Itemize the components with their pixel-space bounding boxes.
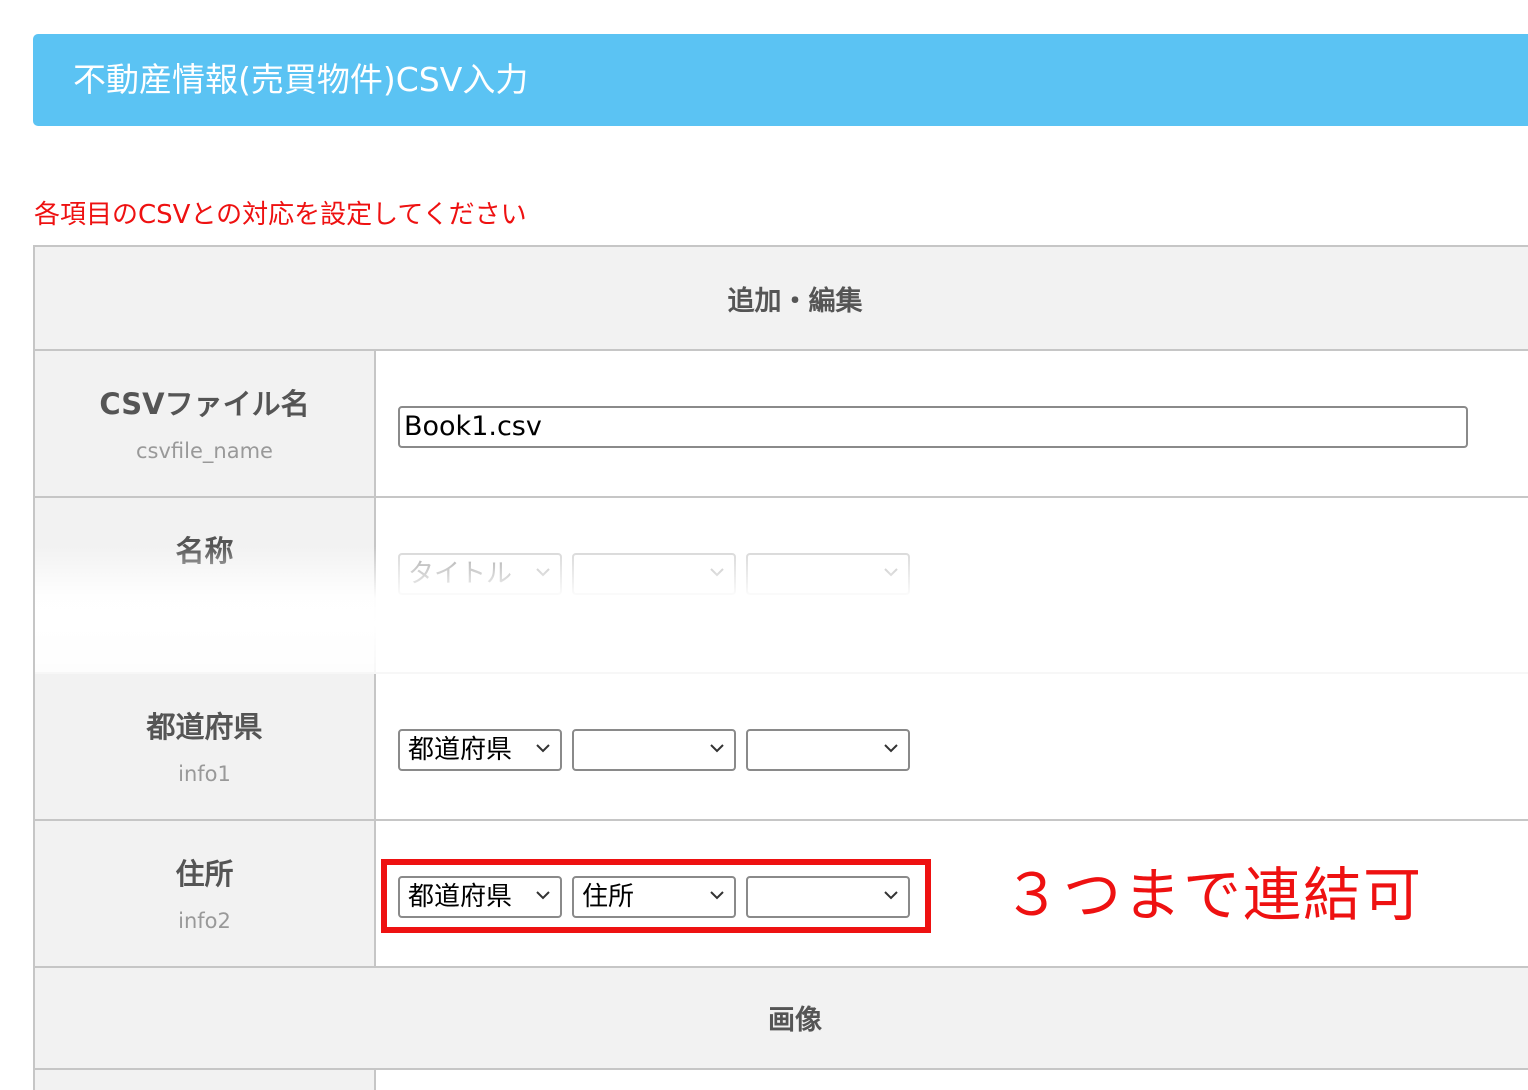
chevron-down-icon <box>710 744 724 753</box>
info1-select-2[interactable] <box>572 729 736 771</box>
instruction-text: 各項目のCSVとの対応を設定してください <box>34 200 527 230</box>
chevron-down-icon <box>536 744 550 753</box>
label-cell: 名称 <box>35 498 376 672</box>
name-select-3[interactable] <box>746 553 910 595</box>
chevron-down-icon <box>884 568 898 577</box>
name-select-1[interactable]: タイトル <box>398 553 562 595</box>
section-label-image: 画像 <box>768 1005 822 1036</box>
section-header-edit: 追加・編集 <box>35 247 1528 351</box>
page: 不動産情報(売買物件)CSV入力 各項目のCSVとの対応を設定してください 追加… <box>0 0 1528 1090</box>
field-key: info1 <box>178 762 231 786</box>
row-next <box>35 1070 1528 1090</box>
label-cell: 都道府県 info1 <box>35 674 376 819</box>
label-cell: 住所 info2 <box>35 821 376 966</box>
field-label: 住所 <box>175 857 234 891</box>
row-info2: 住所 info2 都道府県 住所 ３つまで連結可 <box>35 821 1528 968</box>
row-info1: 都道府県 info1 都道府県 <box>35 674 1528 821</box>
chevron-down-icon <box>884 744 898 753</box>
row-csvfile-name: CSVファイル名 csvfile_name Book1.csv <box>35 351 1528 498</box>
field-key: info2 <box>178 909 231 933</box>
info1-select-1[interactable]: 都道府県 <box>398 729 562 771</box>
annotation-text: ３つまで連結可 <box>1003 861 1424 929</box>
csv-mapping-table: 追加・編集 CSVファイル名 csvfile_name Book1.csv 名称… <box>33 245 1528 1090</box>
label-cell: CSVファイル名 csvfile_name <box>35 351 376 496</box>
field-label: CSVファイル名 <box>99 387 310 421</box>
field-key: csvfile_name <box>136 439 273 463</box>
page-header: 不動産情報(売買物件)CSV入力 <box>33 34 1528 126</box>
section-label-edit: 追加・編集 <box>727 286 863 317</box>
field-label: 都道府県 <box>146 710 263 744</box>
highlight-box <box>381 859 931 933</box>
label-cell <box>35 1070 376 1090</box>
chevron-down-icon <box>710 568 724 577</box>
info1-select-3[interactable] <box>746 729 910 771</box>
page-title: 不動産情報(売買物件)CSV入力 <box>73 60 529 99</box>
section-header-image: 画像 <box>35 968 1528 1070</box>
select-value: 都道府県 <box>408 735 513 765</box>
row-name: 名称 タイトル <box>35 498 1528 676</box>
name-select-2[interactable] <box>572 553 736 595</box>
select-value: タイトル <box>408 559 513 589</box>
chevron-down-icon <box>536 568 550 577</box>
field-label: 名称 <box>175 534 234 568</box>
csvfile-name-input[interactable]: Book1.csv <box>398 406 1468 448</box>
